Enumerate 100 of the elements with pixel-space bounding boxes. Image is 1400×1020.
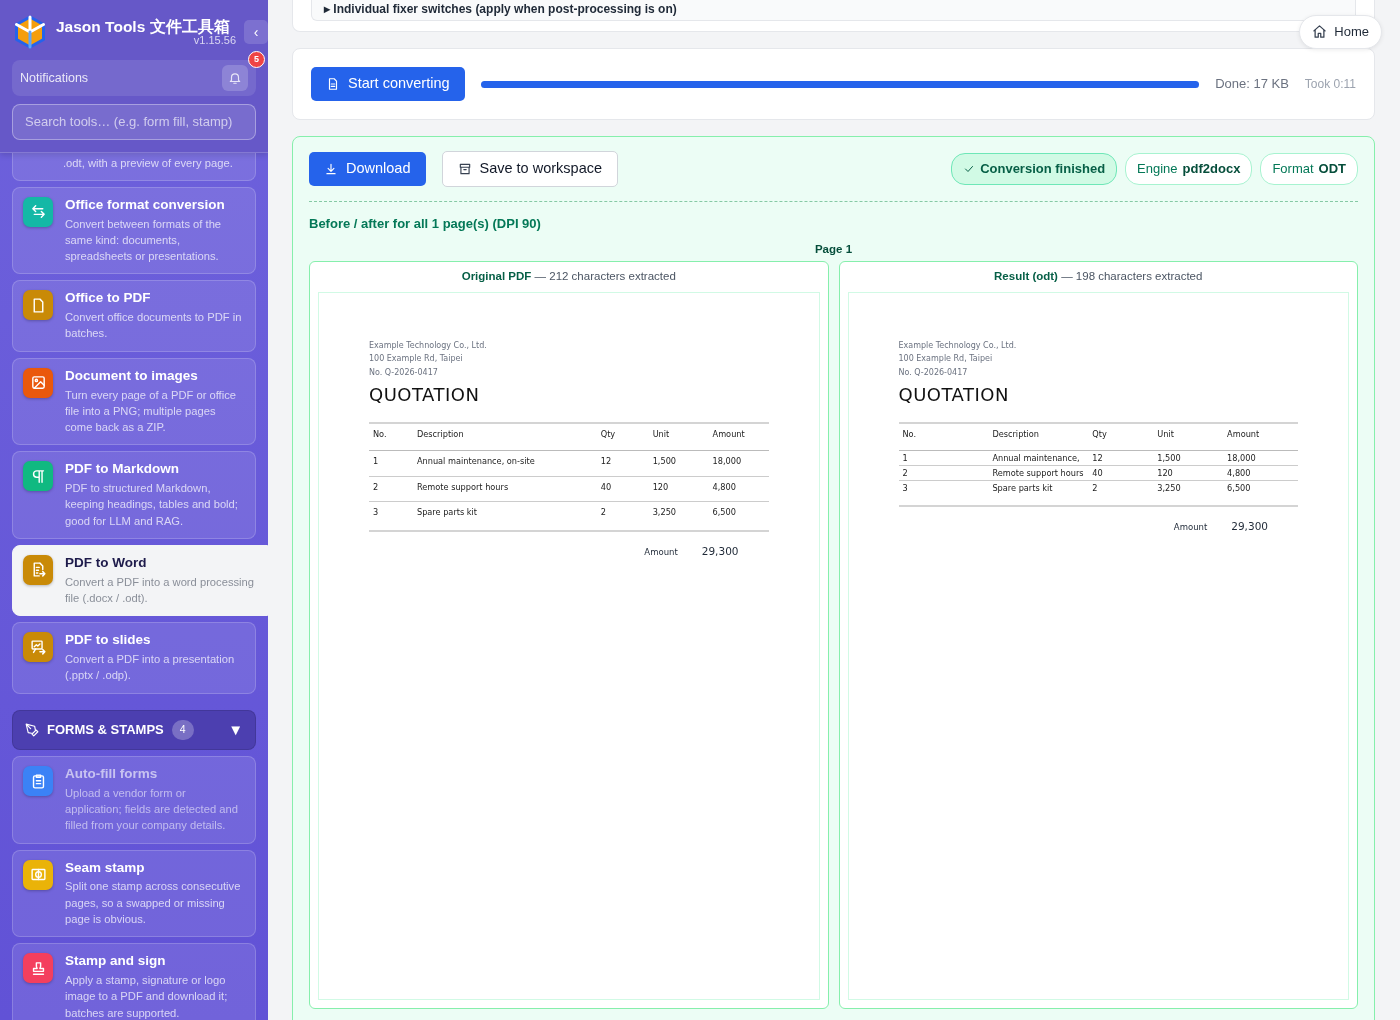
tool-card[interactable]: PDF to Word Convert a PDF into a word processing file (.docx / .odt).	[12, 544, 268, 617]
format-badge: Format ODT	[1260, 153, 1358, 185]
notifications-button[interactable]	[222, 65, 248, 91]
tool-title: Office format conversion	[65, 196, 226, 214]
table-header: No.	[898, 423, 989, 451]
start-converting-button[interactable]: Start converting	[311, 67, 465, 101]
tool-card[interactable]: PDF to slides Convert a PDF into a presentation (.pptx / .odp).	[12, 622, 256, 694]
tool-card[interactable]: Office format conversion Convert between formats of the same kind: documents, spreadsheets or presentations.	[12, 186, 256, 275]
table-header: Amount	[708, 423, 769, 451]
table-cell: 4,800	[708, 476, 769, 502]
table-cell: 3	[898, 481, 989, 507]
letterhead-line: No. Q-2026-0417	[898, 366, 969, 379]
section-title: FORMS & STAMPS	[47, 721, 164, 739]
table-cell: Remote support hours	[988, 466, 1089, 481]
table-cell: 120	[648, 476, 709, 502]
table-cell: Annual maintenance, on-site	[412, 451, 597, 477]
table-cell: 40	[596, 476, 649, 502]
tool-description: Turn every page of a PDF or office file into a PNG; multiple pages come back as a ZIP.	[65, 387, 237, 435]
total-label: Amount	[1173, 521, 1208, 535]
tool-description: Upload a vendor form or application; fields are detected and filled from your company details.	[65, 785, 239, 834]
table-header: Description	[988, 423, 1089, 451]
home-button[interactable]: Home	[1299, 15, 1382, 49]
table-cell: Annual maintenance,	[988, 451, 1089, 466]
letterhead-line: 100 Example Rd, Taipei	[898, 353, 994, 366]
download-button[interactable]: Download	[309, 151, 426, 186]
table-header: Unit	[648, 423, 709, 451]
fixer-switches-toggle[interactable]: ▸ Individual fixer switches (apply when post-processing is on)	[311, 0, 1356, 22]
table-cell: 3,250	[648, 501, 709, 532]
table-cell: 40	[1088, 466, 1154, 481]
letterhead-line: 100 Example Rd, Taipei	[369, 353, 464, 366]
tool-description: .odt, with a preview of every page.	[63, 155, 233, 171]
tool-description: Apply a stamp, signature or logo image to a PDF and download it; batches are supported.	[65, 973, 229, 1020]
tool-card[interactable]: Office to PDF Convert office documents to PDF in batches.	[12, 280, 256, 352]
swap-arrows-icon	[29, 203, 47, 221]
table-cell: 2	[369, 476, 413, 502]
engine-badge: Engine pdf2docx	[1125, 153, 1253, 185]
table-cell: 12	[596, 451, 649, 477]
tool-title: PDF to Word	[65, 554, 148, 572]
tool-card[interactable]: Seam stamp Split one stamp across consecutive pages, so a swapped or missing page is obvious.	[12, 849, 256, 938]
version-label: v1.15.56	[192, 35, 236, 46]
image-icon	[29, 374, 47, 392]
tool-title: Auto-fill forms	[65, 766, 159, 783]
table-header: Unit	[1153, 423, 1224, 451]
table-header: Description	[412, 423, 597, 451]
comparison-heading: Before / after for all 1 page(s) (DPI 90)	[309, 214, 542, 233]
table-cell: 1	[369, 451, 413, 477]
tool-card[interactable]: Document to images Turn every page of a PDF or office file into a PNG; multiple pages come back as a ZIP.	[12, 357, 256, 446]
table-cell: 18,000	[708, 451, 769, 477]
table-cell: 1,500	[648, 451, 709, 477]
letterhead-line: Example Technology Co., Ltd.	[898, 339, 1018, 352]
tool-card[interactable]: .odt, with a preview of every page.	[12, 152, 256, 181]
table-cell: 3	[369, 501, 413, 532]
table-header: Amount	[1223, 423, 1298, 451]
table-cell: 1,500	[1153, 451, 1224, 466]
tool-card[interactable]: Stamp and sign Apply a stamp, signature or logo image to a PDF and download it; batches are supported.	[12, 943, 256, 1020]
tool-title: Document to images	[65, 367, 199, 385]
table-cell: Spare parts kit	[412, 501, 597, 532]
table-cell: Spare parts kit	[988, 481, 1089, 507]
tool-description: Split one stamp across consecutive pages, so a swapped or missing page is obvious.	[65, 879, 242, 927]
tool-title: Office to PDF	[65, 290, 152, 308]
section-count-badge: 4	[171, 719, 194, 740]
save-to-workspace-button[interactable]: Save to workspace	[441, 150, 618, 187]
table-header: No.	[369, 423, 413, 451]
total-label: Amount	[644, 546, 678, 560]
tool-title: PDF to Markdown	[65, 461, 180, 479]
tool-card[interactable]: PDF to Markdown PDF to structured Markdown, keeping headings, tables and bold; good for LLM and RAG.	[12, 451, 256, 539]
document-heading: QUOTATION	[369, 383, 481, 408]
section-header[interactable]: FORMS & STAMPS 4 ▼	[12, 709, 256, 750]
pen-nib-icon	[25, 722, 39, 737]
notification-count-badge: 5	[248, 51, 265, 68]
done-size-label: Done: 17 KB	[1215, 75, 1289, 94]
chart-arrow-icon	[29, 638, 47, 656]
archive-box-icon	[457, 161, 472, 176]
table-cell: 1	[898, 451, 989, 466]
home-icon	[1312, 24, 1328, 40]
letterhead-line: No. Q-2026-0417	[369, 366, 439, 379]
elapsed-time-label: Took 0:11	[1304, 76, 1356, 94]
table-cell: Remote support hours	[412, 476, 597, 502]
collapse-sidebar-button[interactable]: ‹	[244, 20, 268, 44]
bell-icon	[228, 71, 242, 85]
table-header: Qty	[596, 423, 649, 451]
tool-title: Stamp and sign	[65, 953, 167, 971]
table-header: Qty	[1088, 423, 1154, 451]
table-cell: 12	[1088, 451, 1154, 466]
tool-title: PDF to slides	[65, 632, 152, 650]
total-value: 29,300	[701, 544, 739, 560]
tool-description: Convert office documents to PDF in batches.	[65, 310, 243, 342]
table-cell: 4,800	[1223, 466, 1298, 481]
notifications-label: Notifications	[20, 69, 89, 87]
table-cell: 6,500	[708, 501, 769, 532]
tool-description: Convert a PDF into a word processing file (.docx / .odt).	[65, 574, 256, 606]
conversion-status-badge: Conversion finished	[951, 153, 1118, 185]
document-icon	[326, 77, 340, 92]
table-cell: 2	[898, 466, 989, 481]
expand-toggle: ▼	[228, 718, 243, 741]
table-cell: 6,500	[1223, 481, 1298, 507]
document-heading: QUOTATION	[898, 383, 1010, 408]
panel-header: Original PDF — 212 characters extracted	[460, 269, 677, 285]
table-cell: 120	[1153, 466, 1224, 481]
table-cell: 3,250	[1153, 481, 1224, 507]
